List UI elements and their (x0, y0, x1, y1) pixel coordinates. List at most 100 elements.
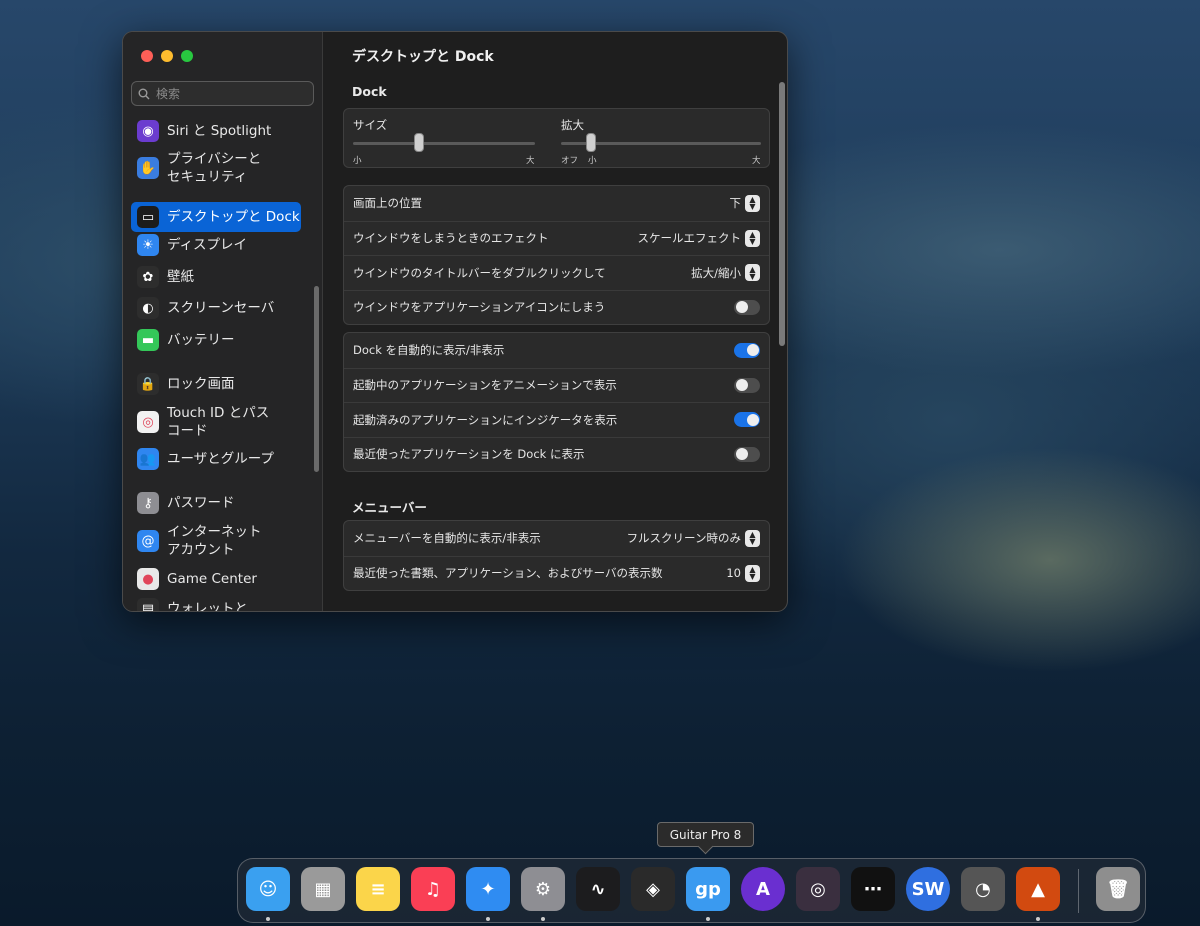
notes-icon[interactable]: ≡ (356, 867, 400, 911)
page-title: デスクトップと Dock (352, 49, 494, 65)
sidebar-item-2[interactable]: ▭ デスクトップと Dock (131, 202, 301, 232)
doubleclick-value: 拡大/縮小 (691, 265, 741, 280)
animate-row: 起動中のアプリケーションをアニメーションで表示 (344, 367, 769, 403)
sidebar-item-7[interactable]: 🔒 ロック画面 (131, 373, 301, 395)
sidebar-item-5[interactable]: ◐ スクリーンセーバ (131, 297, 301, 319)
search-box (131, 81, 314, 106)
content-scrollbar[interactable] (779, 82, 785, 346)
minimize-button[interactable] (161, 50, 173, 62)
menubar-autohide-label: メニューバーを自動的に表示/非表示 (353, 531, 541, 546)
doubleclick-label: ウインドウのタイトルバーをダブルクリックして (353, 265, 606, 280)
animate-toggle[interactable] (734, 377, 760, 393)
rme-totalmix-icon[interactable]: ◔ (961, 867, 1005, 911)
magnify-slider-knob[interactable] (586, 133, 596, 152)
sidebar-item-4[interactable]: ✿ 壁紙 (131, 266, 301, 288)
music-icon[interactable]: ♫ (411, 867, 455, 911)
magnify-slider-box: 拡大 (561, 117, 584, 133)
dock: ☺ ▦ ≡ ♫ ✦ ⚙ ∿ ◈ gp A ◎ ⋯ SW ◔ ▲ 🗑 (237, 858, 1146, 923)
launchpad-icon[interactable]: ▦ (301, 867, 345, 911)
sidebar-item-12[interactable]: ● Game Center (131, 568, 301, 590)
zoom-button[interactable] (181, 50, 193, 62)
minimize-effect-popup[interactable]: スケールエフェクト ▲ ▼ (637, 229, 760, 247)
sidebar-item-label: 壁紙 (167, 269, 194, 285)
magnify-label: 拡大 (561, 118, 584, 132)
game-center-icon: ● (137, 568, 159, 590)
minimize-to-icon-toggle[interactable] (734, 299, 760, 315)
key-icon: ⚷ (137, 492, 159, 514)
running-indicator (1036, 917, 1040, 921)
animate-label: 起動中のアプリケーションをアニメーションで表示 (353, 378, 617, 393)
size-slider-knob[interactable] (413, 133, 424, 152)
recent-items-value: 10 (726, 566, 741, 581)
dock-tooltip: Guitar Pro 8 (657, 822, 754, 847)
recents-row: 最近使ったアプリケーションを Dock に表示 (344, 436, 769, 472)
size-max-label: 大 (526, 156, 535, 166)
close-button[interactable] (141, 50, 153, 62)
recents-toggle[interactable] (734, 446, 760, 462)
chevron-updown-icon: ▲ ▼ (745, 529, 760, 547)
hand-icon: ✋ (137, 157, 159, 179)
menubar-autohide-popup[interactable]: フルスクリーン時のみ ▲ ▼ (627, 529, 760, 547)
sidebar-item-label: ウォレットと (167, 601, 248, 612)
sidebar-item-11[interactable]: @ インターネット アカウント (131, 521, 301, 561)
sidebar-scrollbar[interactable] (314, 286, 319, 472)
window-behavior-group: 画面上の位置 下 ▲ ▼ ウインドウをしまうときのエフェクト スケールエフェクト … (343, 185, 770, 325)
sidebar-item-label: ユーザとグループ (167, 451, 274, 467)
position-popup[interactable]: 下 ▲ ▼ (730, 194, 760, 212)
size-min-label: 小 (353, 156, 362, 166)
dock-icon: ▭ (137, 206, 159, 228)
sidebar-item-label: Siri と Spotlight (167, 123, 272, 139)
arturia-icon[interactable]: A (741, 867, 785, 911)
settings-window: ◉ Siri と Spotlight ✋ プライバシーと セキュリティ ▭ デスクトップと… (122, 31, 788, 612)
dock-separator (1078, 869, 1079, 913)
sidebar-item-1[interactable]: ✋ プライバシーと セキュリティ (131, 148, 301, 188)
lock-icon: 🔒 (137, 373, 159, 395)
autohide-toggle[interactable] (734, 342, 760, 358)
magnify-min-label: 小 (588, 156, 597, 166)
davinci-resolve-icon[interactable]: ◈ (631, 867, 675, 911)
sidebar-item-label: プライバシーと セキュリティ (167, 151, 262, 185)
section-title-menubar: メニューバー (352, 500, 427, 515)
running-indicator (541, 917, 545, 921)
screensaver-icon: ◐ (137, 297, 159, 319)
sidebar-item-9[interactable]: 👥 ユーザとグループ (131, 448, 301, 470)
guitar-pro-icon[interactable]: gp (686, 867, 730, 911)
sidebar-item-13[interactable]: ▤ ウォレットと (131, 598, 301, 612)
wallet-icon: ▤ (137, 598, 159, 611)
autohide-row: Dock を自動的に表示/非表示 (344, 333, 769, 368)
minimize-to-icon-label: ウインドウをアプリケーションアイコンにしまう (353, 300, 606, 315)
system-settings-icon[interactable]: ⚙ (521, 867, 565, 911)
battery-icon: ▬ (137, 329, 159, 351)
voice-memo-icon[interactable]: ∿ (576, 867, 620, 911)
sidebar-item-label: バッテリー (167, 332, 235, 348)
magnify-max-label: 大 (752, 156, 761, 166)
minimize-effect-value: スケールエフェクト (637, 231, 742, 246)
sw-icon[interactable]: SW (906, 867, 950, 911)
sidebar-item-10[interactable]: ⚷ パスワード (131, 492, 301, 514)
section-title-dock: Dock (352, 84, 387, 99)
search-icon (138, 88, 150, 99)
sidebar-item-3[interactable]: ☀ ディスプレイ (131, 234, 301, 256)
trash-icon[interactable]: 🗑 (1096, 867, 1140, 911)
size-slider[interactable] (353, 142, 535, 145)
search-input[interactable] (156, 86, 306, 101)
pads-icon[interactable]: ⋯ (851, 867, 895, 911)
doubleclick-row: ウインドウのタイトルバーをダブルクリックして 拡大/縮小 ▲ ▼ (344, 255, 769, 290)
doubleclick-popup[interactable]: 拡大/縮小 ▲ ▼ (691, 264, 760, 282)
main-pane: デスクトップと Dock Dock サイズ 小 大 拡大 オフ 小 大 画面上の… (324, 32, 787, 611)
recent-items-row: 最近使った書類、アプリケーション、およびサーバの表示数 10 ▲ ▼ (344, 555, 769, 591)
sidebar-item-0[interactable]: ◉ Siri と Spotlight (131, 120, 301, 142)
finder-icon[interactable]: ☺ (246, 867, 290, 911)
indicators-row: 起動済みのアプリケーションにインジケータを表示 (344, 402, 769, 437)
safari-icon[interactable]: ✦ (466, 867, 510, 911)
vinyl-icon[interactable]: ◎ (796, 867, 840, 911)
size-label: サイズ (353, 118, 388, 132)
sidebar-item-8[interactable]: ◎ Touch ID とパス コード (131, 402, 301, 442)
rme-fire-icon[interactable]: ▲ (1016, 867, 1060, 911)
indicators-toggle[interactable] (734, 412, 760, 428)
running-indicator (486, 917, 490, 921)
indicators-label: 起動済みのアプリケーションにインジケータを表示 (353, 412, 618, 427)
sidebar-item-6[interactable]: ▬ バッテリー (131, 329, 301, 351)
sidebar-item-label: Game Center (167, 571, 257, 587)
recent-items-popup[interactable]: 10 ▲ ▼ (726, 564, 760, 582)
